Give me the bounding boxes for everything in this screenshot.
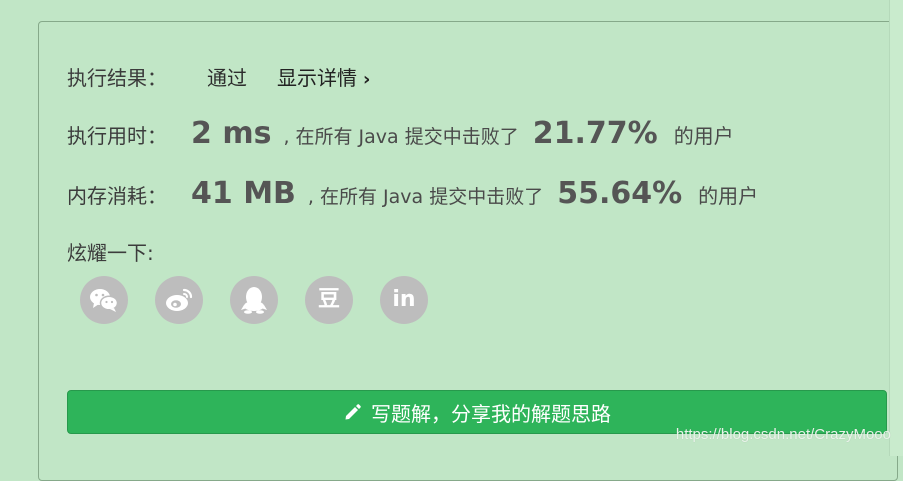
- write-solution-label: 写题解，分享我的解题思路: [371, 401, 611, 426]
- douban-glyph: 豆: [317, 287, 340, 312]
- result-label: 执行结果：: [67, 66, 167, 90]
- qq-icon[interactable]: [230, 276, 278, 324]
- memory-row: 内存消耗： 41 MB , 在所有 Java 提交中击败了 55.64% 的用户: [67, 176, 758, 211]
- linkedin-icon[interactable]: in: [380, 276, 428, 324]
- memory-percent: 55.64%: [557, 176, 683, 211]
- share-row: 炫耀一下:: [67, 237, 154, 266]
- share-icons: 豆 in: [80, 276, 428, 324]
- linkedin-glyph: in: [392, 287, 416, 312]
- runtime-value: 2 ms: [191, 116, 272, 151]
- memory-tail: 的用户: [698, 184, 759, 208]
- runtime-tail: 的用户: [673, 124, 734, 148]
- share-label: 炫耀一下:: [67, 241, 154, 265]
- show-details-link[interactable]: 显示详情 ›: [277, 62, 370, 91]
- runtime-row: 执行用时： 2 ms , 在所有 Java 提交中击败了 21.77% 的用户: [67, 116, 734, 151]
- result-row: 执行结果： 通过 显示详情 ›: [67, 62, 370, 91]
- douban-icon[interactable]: 豆: [305, 276, 353, 324]
- chevron-right-icon: ›: [363, 69, 371, 90]
- result-status: 通过: [207, 66, 247, 90]
- weibo-icon[interactable]: [155, 276, 203, 324]
- runtime-sentence: , 在所有 Java 提交中击败了: [283, 126, 519, 148]
- show-details-label: 显示详情: [277, 66, 357, 90]
- memory-sentence: , 在所有 Java 提交中击败了: [307, 186, 544, 208]
- scrollbar[interactable]: [889, 0, 903, 456]
- watermark: https://blog.csdn.net/CrazyMooo: [675, 426, 891, 443]
- memory-value: 41 MB: [191, 176, 296, 211]
- runtime-label: 执行用时：: [67, 124, 167, 148]
- memory-label: 内存消耗：: [67, 184, 167, 208]
- wechat-icon[interactable]: [80, 276, 128, 324]
- runtime-percent: 21.77%: [532, 116, 658, 151]
- pencil-icon: [343, 402, 363, 422]
